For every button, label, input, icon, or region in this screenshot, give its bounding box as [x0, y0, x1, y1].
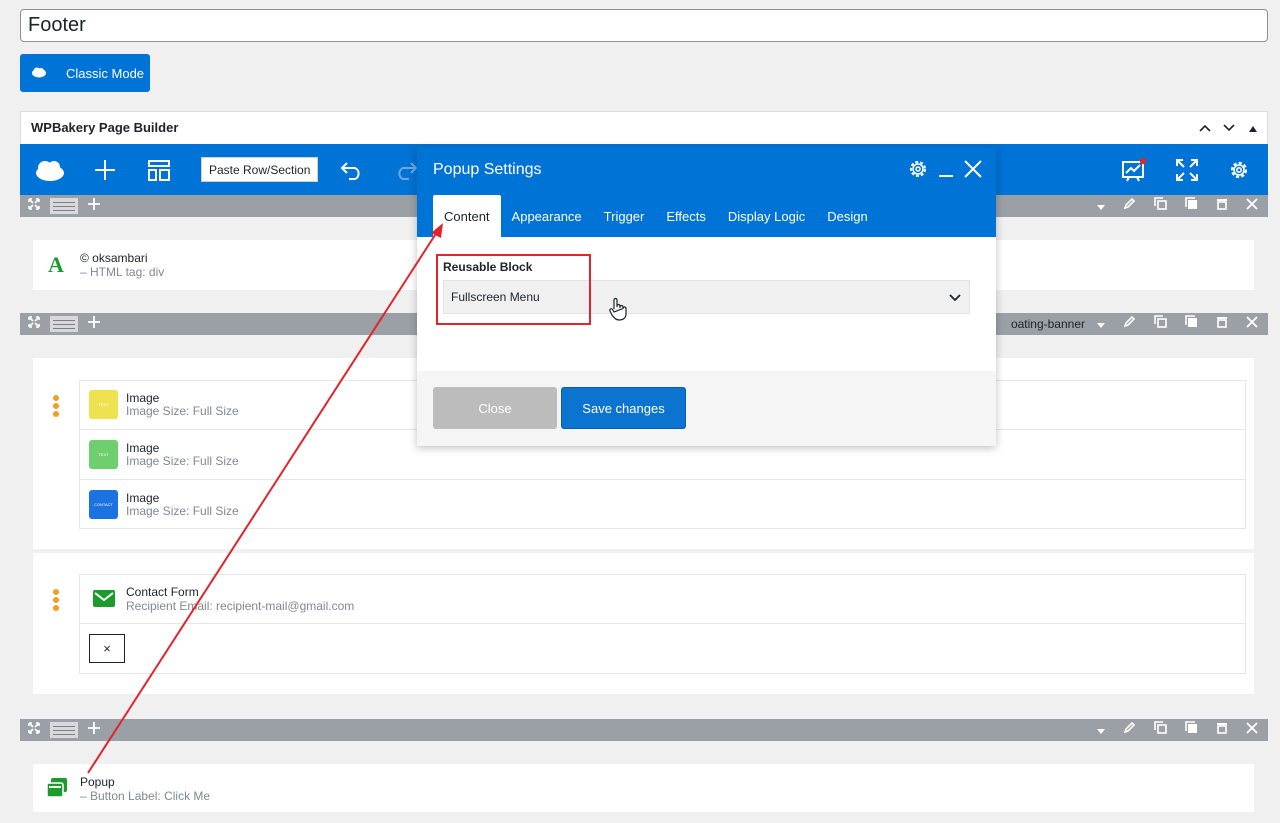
chevron-down-icon [949, 290, 961, 307]
plus-icon[interactable] [92, 144, 118, 195]
annotation-highlight-box [436, 254, 591, 325]
page-title-input[interactable]: Footer [20, 9, 1268, 42]
close-icon[interactable] [1246, 315, 1258, 333]
image-sub: Image Size: Full Size [126, 454, 239, 468]
x-element[interactable]: × [89, 634, 125, 663]
classic-mode-button[interactable]: Classic Mode [20, 54, 150, 92]
row-label: oating-banner [1010, 317, 1085, 331]
close-button[interactable]: Close [433, 387, 557, 429]
pointer-hand-icon [609, 297, 627, 326]
column-drag-handle[interactable] [53, 589, 59, 611]
row-toggle-icon[interactable] [1097, 197, 1105, 215]
text-icon: A [47, 252, 67, 280]
row-drag-handle[interactable] [50, 722, 78, 738]
row-toggle-icon[interactable] [1097, 315, 1105, 333]
column-drag-handle[interactable] [53, 395, 59, 417]
popup-icon [46, 778, 68, 803]
gear-icon[interactable] [908, 159, 928, 184]
row-add-icon[interactable] [88, 721, 100, 739]
row-add-icon[interactable] [88, 315, 100, 333]
modal-tabs: Content Appearance Trigger Effects Displ… [433, 195, 879, 237]
pencil-icon[interactable] [1123, 315, 1136, 333]
envelope-icon [93, 590, 115, 612]
modal-header: Popup Settings Content Appearance Trigge… [417, 147, 996, 237]
image-thumb-text: TEXT [98, 452, 109, 457]
pencil-icon[interactable] [1123, 721, 1136, 739]
classic-mode-label: Classic Mode [66, 65, 145, 81]
text-element-sub: – HTML tag: div [80, 265, 165, 279]
popup-sub: – Button Label: Click Me [80, 789, 211, 803]
wpb-logo-icon[interactable] [32, 144, 68, 195]
close-icon[interactable] [1246, 721, 1258, 739]
tab-display-logic[interactable]: Display Logic [717, 195, 816, 237]
image-thumb-text: TEXT [98, 402, 109, 407]
modal-title: Popup Settings [433, 161, 542, 178]
image-sub: Image Size: Full Size [126, 404, 239, 418]
image-thumb: CONTACT [89, 490, 118, 519]
minimize-icon[interactable] [938, 159, 954, 184]
contact-form-title: Contact Form [126, 585, 199, 599]
popup-element[interactable]: Popup – Button Label: Click Me [33, 764, 1254, 812]
close-icon[interactable] [1246, 197, 1258, 215]
paste-row-button[interactable]: Paste Row/Section [201, 157, 319, 182]
row-expand-icon[interactable] [28, 197, 40, 215]
tab-trigger[interactable]: Trigger [593, 195, 656, 237]
row-add-icon[interactable] [88, 197, 100, 215]
clone-icon[interactable] [1185, 721, 1198, 739]
trash-icon[interactable] [1216, 721, 1228, 739]
image-sub: Image Size: Full Size [126, 504, 239, 518]
tab-design[interactable]: Design [816, 195, 878, 237]
chart-icon[interactable] [1120, 144, 1148, 195]
panel-controls [1198, 111, 1260, 144]
svg-text:A: A [48, 253, 64, 275]
image-title: Image [126, 491, 160, 505]
trash-icon[interactable] [1216, 197, 1228, 215]
image-thumb: TEXT [89, 440, 118, 469]
tab-appearance[interactable]: Appearance [501, 195, 593, 237]
text-element-title: © oksambari [80, 251, 148, 265]
gear-icon[interactable] [1226, 144, 1252, 195]
row-expand-icon[interactable] [28, 721, 40, 739]
layout-icon[interactable] [146, 144, 172, 195]
image-thumb-text: CONTACT [93, 502, 114, 507]
popup-title: Popup [80, 775, 115, 789]
row-drag-handle[interactable] [50, 198, 78, 214]
row-drag-handle[interactable] [50, 316, 78, 332]
image-title: Image [126, 441, 160, 455]
row-expand-icon[interactable] [28, 315, 40, 333]
contact-form-element[interactable]: Contact Form Recipient Email: recipient-… [80, 575, 1245, 624]
trash-icon[interactable] [1216, 315, 1228, 333]
copy-icon[interactable] [1154, 197, 1167, 215]
row-toggle-icon[interactable] [1097, 721, 1105, 739]
redo-icon[interactable] [392, 144, 420, 195]
clone-icon[interactable] [1185, 197, 1198, 215]
tab-effects[interactable]: Effects [655, 195, 717, 237]
triangle-up-icon[interactable] [1246, 120, 1260, 135]
row-controls-3 [20, 719, 1268, 741]
save-changes-button[interactable]: Save changes [561, 387, 686, 429]
close-icon[interactable] [964, 160, 982, 183]
chevron-down-icon[interactable] [1222, 120, 1236, 135]
copy-icon[interactable] [1154, 721, 1167, 739]
chevron-up-icon[interactable] [1198, 120, 1212, 135]
cloud-icon [31, 66, 47, 81]
modal-footer: Close Save changes [417, 371, 996, 446]
tab-content[interactable]: Content [433, 195, 501, 237]
pencil-icon[interactable] [1123, 197, 1136, 215]
clone-icon[interactable] [1185, 315, 1198, 333]
copy-icon[interactable] [1154, 315, 1167, 333]
builder-title: WPBakery Page Builder [31, 120, 179, 135]
image-element[interactable]: CONTACT Image Image Size: Full Size [80, 481, 1245, 528]
image-title: Image [126, 391, 160, 405]
image-thumb: TEXT [89, 390, 118, 419]
contact-form-sub: Recipient Email: recipient-mail@gmail.co… [126, 599, 355, 613]
fullscreen-icon[interactable] [1174, 144, 1200, 195]
undo-icon[interactable] [338, 144, 366, 195]
